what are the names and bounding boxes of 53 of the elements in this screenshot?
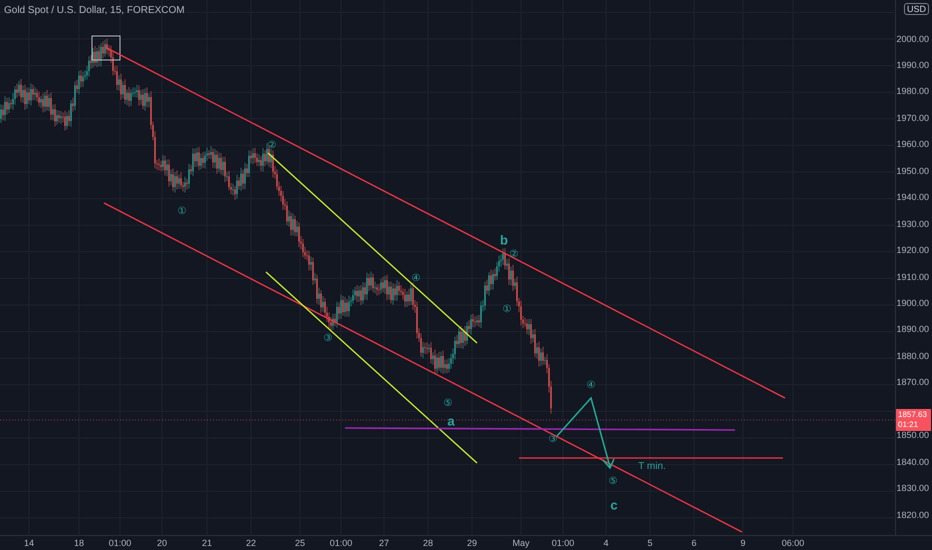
wave-label: b xyxy=(500,234,508,246)
time-label: 06:00 xyxy=(782,538,804,548)
price-label: 1910.00 xyxy=(896,270,930,284)
time-label: 5 xyxy=(648,538,652,548)
price-label: 1950.00 xyxy=(896,164,930,178)
time-label: 29 xyxy=(467,538,477,548)
wave-label: ③ xyxy=(548,435,558,445)
price-label: 1850.00 xyxy=(896,429,930,442)
wave-label: ④ xyxy=(412,274,420,284)
wave-label: ① xyxy=(502,305,512,315)
time-label: May xyxy=(512,538,530,548)
wave-label: ⑤ xyxy=(608,477,618,487)
time-label: 01:00 xyxy=(108,538,132,548)
last-price-tag: 1857.63 01:21 xyxy=(896,408,931,431)
price-label: 1930.00 xyxy=(896,218,930,231)
time-label: 01:00 xyxy=(552,538,574,548)
time-label: 14 xyxy=(24,538,34,548)
wave-label: ① xyxy=(178,207,186,217)
time-label: 22 xyxy=(246,538,256,548)
wave-label: ⑤ xyxy=(444,399,452,409)
price-label: 1830.00 xyxy=(896,482,930,496)
time-label: 27 xyxy=(379,538,389,548)
time-label: 9 xyxy=(740,538,746,548)
price-label: 1990.00 xyxy=(896,59,930,72)
time-label: 25 xyxy=(295,538,305,548)
time-label: 6 xyxy=(692,538,696,548)
price-label: 1840.00 xyxy=(896,456,930,469)
time-label: 21 xyxy=(202,538,212,548)
price-label: 1960.00 xyxy=(896,138,930,152)
target-label: T min. xyxy=(638,462,666,472)
chart-title: Gold Spot / U.S. Dollar, 15, FOREXCOM xyxy=(4,5,185,16)
wave-label: c xyxy=(610,498,618,512)
price-label: 1980.00 xyxy=(896,85,930,98)
wave-label: ② xyxy=(268,141,276,151)
price-label: 1970.00 xyxy=(896,112,930,125)
price-label: 2000.00 xyxy=(896,32,930,46)
wave-label: ③ xyxy=(324,334,332,344)
price-label: 1940.00 xyxy=(896,191,930,204)
wave-label: ④ xyxy=(586,381,596,391)
wave-label: ② xyxy=(510,250,518,260)
price-label: 1870.00 xyxy=(896,376,930,390)
currency-button[interactable]: USD xyxy=(904,3,929,15)
price-label: 1820.00 xyxy=(896,508,930,522)
wave-label: a xyxy=(447,414,455,428)
time-label: 18 xyxy=(74,538,84,548)
price-label: 1890.00 xyxy=(896,323,930,336)
price-label: 1920.00 xyxy=(896,244,930,258)
price-label: 1880.00 xyxy=(896,350,930,363)
time-label: 4 xyxy=(604,538,608,548)
time-label: 01:00 xyxy=(330,538,352,548)
time-label: 28 xyxy=(423,538,433,548)
price-label: 1900.00 xyxy=(896,296,930,310)
time-label: 20 xyxy=(157,538,167,548)
